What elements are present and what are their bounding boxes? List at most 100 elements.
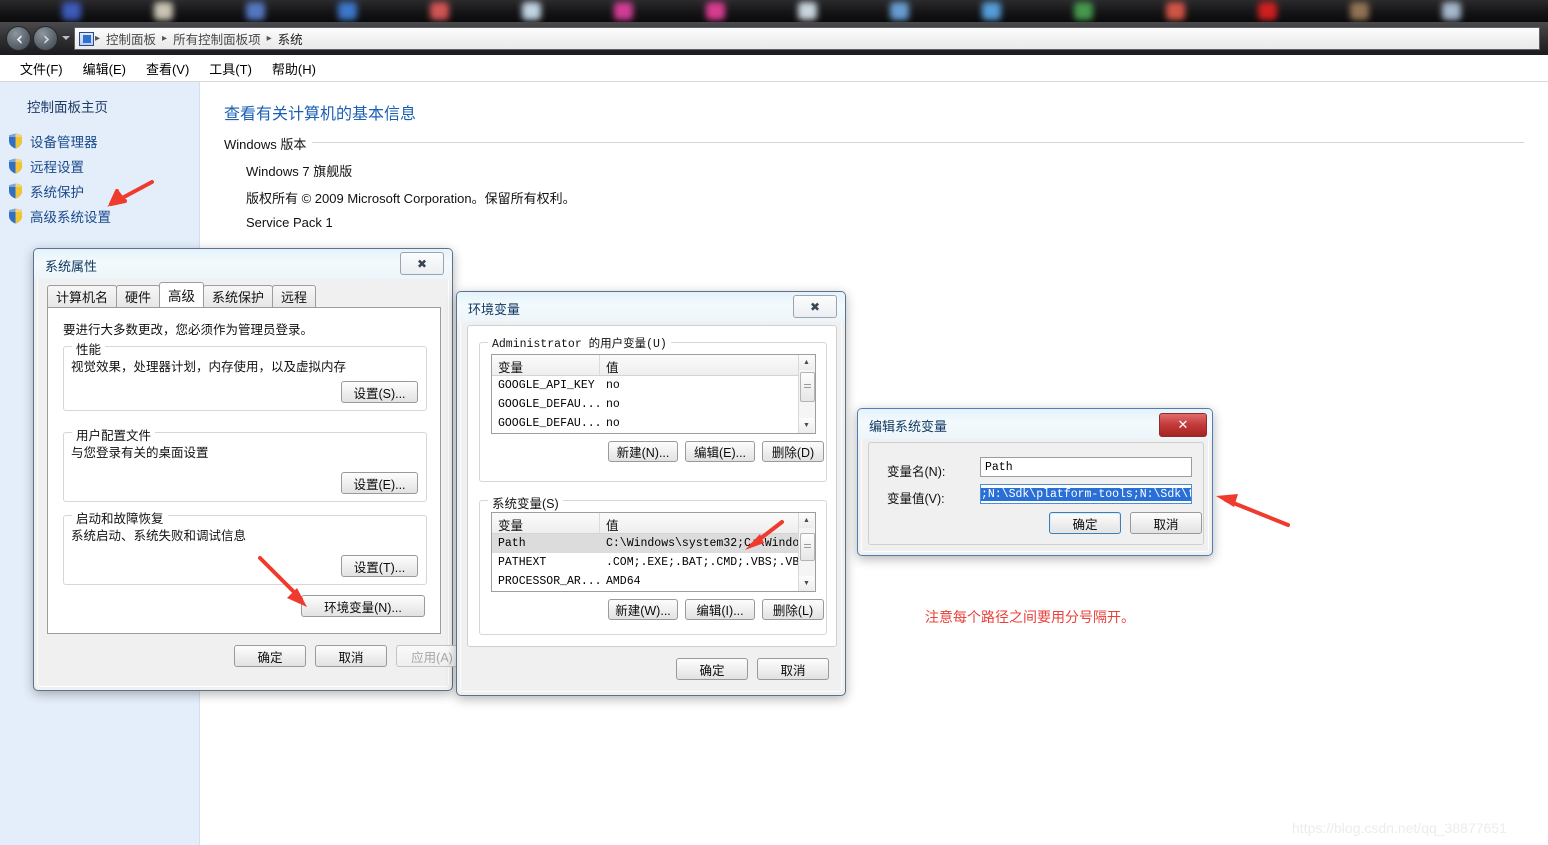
environment-variables-ok-button[interactable]: 确定 bbox=[676, 658, 748, 680]
sidebar-item-remote-settings[interactable]: 远程设置 bbox=[8, 155, 84, 177]
system-properties-ok-button[interactable]: 确定 bbox=[234, 645, 306, 667]
shield-icon bbox=[9, 158, 22, 174]
system-variables-scrollbar[interactable]: ▲ ▼ bbox=[798, 513, 815, 591]
table-row[interactable]: Path C:\Windows\system32;C:\Windows;... bbox=[492, 534, 815, 553]
environment-variables-button[interactable]: 环境变量(N)... bbox=[301, 595, 425, 617]
menu-tools[interactable]: 工具(T) bbox=[199, 56, 262, 81]
user-variables-list[interactable]: 变量 值 GOOGLE_API_KEY no GOOGLE_DEFAU... n… bbox=[491, 354, 816, 434]
performance-settings-button[interactable]: 设置(S)... bbox=[341, 381, 418, 403]
environment-variables-dialog: 环境变量 ✖ Administrator 的用户变量(U) 变量 值 GOOGL… bbox=[456, 291, 846, 696]
system-delete-button[interactable]: 删除(L) bbox=[762, 599, 824, 620]
menu-edit[interactable]: 编辑(E) bbox=[73, 56, 136, 81]
table-row[interactable]: GOOGLE_API_KEY no bbox=[492, 376, 815, 395]
cell-variable: Path bbox=[498, 537, 526, 550]
back-button[interactable] bbox=[6, 26, 31, 51]
sidebar-item-device-manager[interactable]: 设备管理器 bbox=[8, 130, 98, 152]
breadcrumb-item-2[interactable]: 系统 bbox=[273, 29, 308, 48]
breadcrumb-item-1[interactable]: 所有控制面板项 bbox=[168, 29, 266, 48]
close-icon[interactable]: ✕ bbox=[1159, 413, 1207, 437]
system-edit-button[interactable]: 编辑(I)... bbox=[685, 599, 755, 620]
cell-value: no bbox=[606, 379, 620, 392]
back-arrow-icon bbox=[16, 35, 22, 44]
edit-system-variable-ok-button[interactable]: 确定 bbox=[1049, 512, 1121, 534]
system-new-button[interactable]: 新建(W)... bbox=[608, 599, 678, 620]
taskbar-icon bbox=[706, 2, 725, 20]
menu-view[interactable]: 查看(V) bbox=[136, 56, 199, 81]
tab-hardware[interactable]: 硬件 bbox=[116, 285, 161, 307]
taskbar-icon bbox=[246, 2, 265, 20]
taskbar-icon bbox=[1442, 2, 1461, 20]
table-row[interactable]: GOOGLE_DEFAU... no bbox=[492, 395, 815, 414]
tab-remote[interactable]: 远程 bbox=[272, 285, 317, 307]
menu-help[interactable]: 帮助(H) bbox=[262, 56, 326, 81]
cell-value: AMD64 bbox=[606, 575, 641, 588]
system-properties-tabs: 计算机名 硬件 高级 系统保护 远程 bbox=[47, 282, 317, 307]
column-header-variable: 变量 bbox=[492, 355, 600, 375]
system-variables-group-caption: 系统变量(S) bbox=[488, 493, 563, 512]
scroll-thumb[interactable] bbox=[800, 372, 815, 402]
environment-variables-title-bar: 环境变量 ✖ bbox=[457, 292, 845, 322]
cell-value: no bbox=[606, 417, 620, 430]
scroll-down-icon[interactable]: ▼ bbox=[799, 576, 814, 591]
cell-value: C:\Windows\system32;C:\Windows;... bbox=[606, 537, 815, 550]
annotation-note: 注意每个路径之间要用分号隔开。 bbox=[925, 609, 1135, 625]
edit-system-variable-cancel-button[interactable]: 取消 bbox=[1130, 512, 1202, 534]
environment-variables-cancel-button[interactable]: 取消 bbox=[757, 658, 829, 680]
taskbar-icon bbox=[798, 2, 817, 20]
menu-bar: 文件(F) 编辑(E) 查看(V) 工具(T) 帮助(H) bbox=[0, 55, 1548, 82]
table-row[interactable]: PATHEXT .COM;.EXE;.BAT;.CMD;.VBS;.VBE;..… bbox=[492, 553, 815, 572]
system-properties-cancel-button[interactable]: 取消 bbox=[315, 645, 387, 667]
user-variables-list-header: 变量 值 bbox=[492, 355, 815, 376]
admin-note: 要进行大多数更改，您必须作为管理员登录。 bbox=[63, 323, 314, 337]
tab-advanced[interactable]: 高级 bbox=[159, 282, 205, 307]
cell-variable: GOOGLE_DEFAU... bbox=[498, 417, 600, 430]
taskbar-icon bbox=[430, 2, 449, 20]
taskbar-icon bbox=[614, 2, 633, 20]
startup-recovery-settings-button[interactable]: 设置(T)... bbox=[341, 555, 418, 577]
table-row[interactable]: PROCESSOR_AR... AMD64 bbox=[492, 572, 815, 591]
explorer-title-bar: ▸ 控制面板 ▸ 所有控制面板项 ▸ 系统 bbox=[0, 22, 1548, 55]
close-icon[interactable]: ✖ bbox=[400, 252, 444, 275]
user-profiles-settings-button[interactable]: 设置(E)... bbox=[341, 472, 418, 494]
user-variables-group: Administrator 的用户变量(U) 变量 值 GOOGLE_API_K… bbox=[479, 335, 827, 482]
user-variables-scrollbar[interactable]: ▲ ▼ bbox=[798, 355, 815, 433]
table-row[interactable]: GOOGLE_DEFAU... no bbox=[492, 414, 815, 433]
scroll-up-icon[interactable]: ▲ bbox=[799, 355, 814, 370]
table-row[interactable]: PROCESSOR_ID Intel64 Family 6 Model 158 … bbox=[492, 591, 815, 592]
user-new-button[interactable]: 新建(N)... bbox=[608, 441, 678, 462]
variable-value-label: 变量值(V): bbox=[887, 492, 945, 506]
variable-name-input[interactable]: Path bbox=[980, 457, 1192, 477]
breadcrumb-separator-2: ▸ bbox=[266, 33, 272, 44]
recent-pages-dropdown[interactable] bbox=[62, 36, 70, 40]
table-row[interactable]: TEMP %USERPROFILE%\AppData\Local\Temp bbox=[492, 433, 815, 434]
startup-recovery-group: 启动和故障恢复 系统启动、系统失败和调试信息 设置(T)... bbox=[63, 508, 427, 585]
environment-variables-body: Administrator 的用户变量(U) 变量 值 GOOGLE_API_K… bbox=[467, 325, 837, 647]
taskbar-icon bbox=[1074, 2, 1093, 20]
breadcrumb-item-0[interactable]: 控制面板 bbox=[101, 29, 161, 48]
sidebar-item-control-panel-home[interactable]: 控制面板主页 bbox=[27, 96, 108, 116]
user-edit-button[interactable]: 编辑(E)... bbox=[685, 441, 755, 462]
taskbar-icon bbox=[522, 2, 541, 20]
tab-computer-name[interactable]: 计算机名 bbox=[47, 285, 118, 307]
advanced-tab-panel: 要进行大多数更改，您必须作为管理员登录。 性能 视觉效果，处理器计划，内存使用，… bbox=[47, 307, 441, 634]
close-icon[interactable]: ✖ bbox=[793, 295, 837, 318]
system-variables-list[interactable]: 变量 值 Path C:\Windows\system32;C:\Windows… bbox=[491, 512, 816, 592]
sidebar-item-system-protection[interactable]: 系统保护 bbox=[8, 180, 84, 202]
system-properties-title: 系统属性 bbox=[45, 259, 98, 274]
user-delete-button[interactable]: 删除(D) bbox=[762, 441, 824, 462]
edit-system-variable-dialog: 编辑系统变量 ✕ 变量名(N): Path 变量值(V): ;N:\Sdk\pl… bbox=[857, 408, 1213, 556]
scroll-thumb[interactable] bbox=[800, 533, 815, 561]
forward-button[interactable] bbox=[33, 26, 58, 51]
sidebar-item-advanced-system-settings[interactable]: 高级系统设置 bbox=[8, 205, 111, 227]
user-profiles-group: 用户配置文件 与您登录有关的桌面设置 设置(E)... bbox=[63, 425, 427, 502]
menu-file[interactable]: 文件(F) bbox=[10, 56, 73, 81]
tab-system-protection[interactable]: 系统保护 bbox=[203, 285, 274, 307]
cell-variable: GOOGLE_DEFAU... bbox=[498, 398, 600, 411]
system-properties-title-bar: 系统属性 ✖ bbox=[34, 249, 452, 279]
address-bar[interactable]: ▸ 控制面板 ▸ 所有控制面板项 ▸ 系统 bbox=[74, 27, 1540, 50]
system-variables-group: 系统变量(S) 变量 值 Path C:\Windows\system32;C:… bbox=[479, 493, 827, 635]
scroll-down-icon[interactable]: ▼ bbox=[799, 418, 814, 433]
scroll-up-icon[interactable]: ▲ bbox=[799, 513, 814, 528]
cell-variable: GOOGLE_API_KEY bbox=[498, 379, 595, 392]
variable-value-input[interactable]: ;N:\Sdk\platform-tools;N:\Sdk\tools bbox=[980, 484, 1192, 504]
